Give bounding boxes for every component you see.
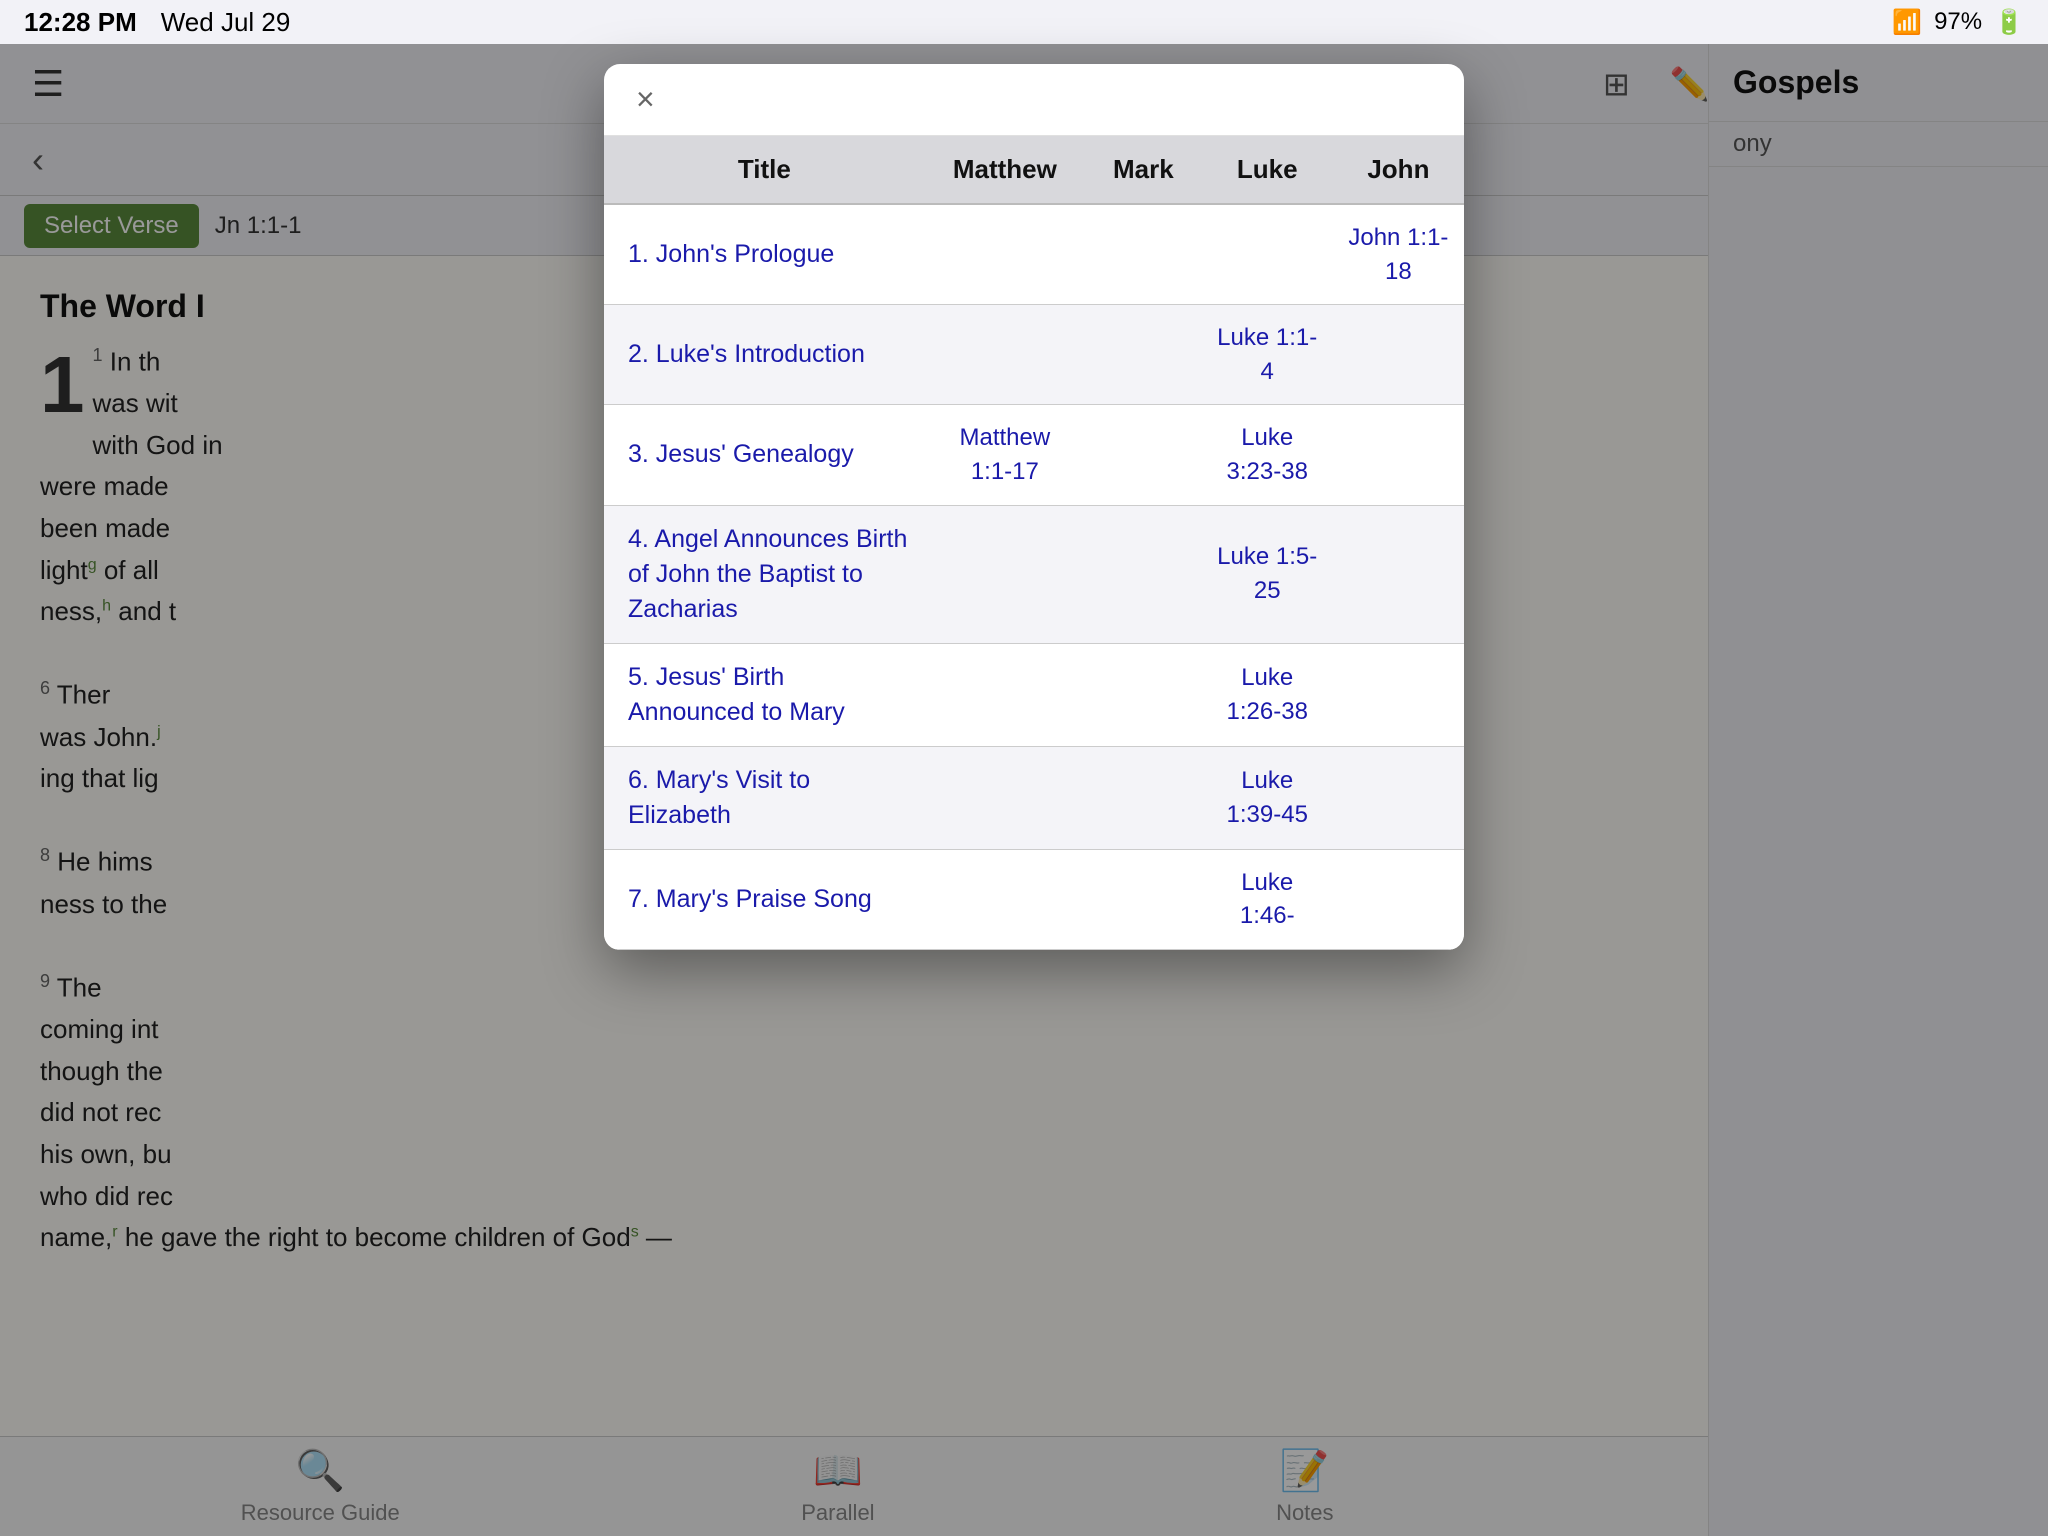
battery-level: 97%: [1934, 8, 1982, 36]
row4-mark: [1085, 558, 1202, 590]
row7-john: [1333, 883, 1464, 915]
status-bar: 12:28 PM Wed Jul 29 📶 97% 🔋: [0, 0, 2048, 44]
row3-mark: [1085, 439, 1202, 471]
status-right: 📶 97% 🔋: [1892, 8, 2024, 37]
table-row[interactable]: 6. Mary's Visit to Elizabeth Luke 1:39-4…: [604, 747, 1464, 850]
row1-matthew: [925, 239, 1085, 271]
row6-luke: Luke 1:39-45: [1202, 748, 1333, 847]
row7-title: 7. Mary's Praise Song: [604, 866, 925, 933]
row5-mark: [1085, 679, 1202, 711]
table-row[interactable]: 1. John's Prologue John 1:1-18: [604, 205, 1464, 305]
col-header-title: Title: [604, 154, 925, 185]
row6-mark: [1085, 782, 1202, 814]
row4-luke: Luke 1:5-25: [1202, 524, 1333, 623]
row2-john: [1333, 339, 1464, 371]
row5-john: [1333, 679, 1464, 711]
wifi-icon: 📶: [1892, 8, 1922, 37]
col-header-luke: Luke: [1202, 154, 1333, 185]
row6-title: 6. Mary's Visit to Elizabeth: [604, 747, 925, 849]
table-row[interactable]: 4. Angel Announces Birth of John the Bap…: [604, 506, 1464, 644]
row1-luke: [1202, 239, 1333, 271]
row7-mark: [1085, 883, 1202, 915]
col-header-john: John: [1333, 154, 1464, 185]
modal-close-button[interactable]: ×: [636, 81, 655, 118]
table-row[interactable]: 3. Jesus' Genealogy Matthew 1:1-17 Luke …: [604, 405, 1464, 505]
status-date: Wed Jul 29: [161, 7, 291, 38]
table-header-row: Title Matthew Mark Luke John: [604, 136, 1464, 205]
table-row[interactable]: 5. Jesus' Birth Announced to Mary Luke 1…: [604, 644, 1464, 747]
row2-title: 2. Luke's Introduction: [604, 321, 925, 388]
row5-matthew: [925, 679, 1085, 711]
modal-header: ×: [604, 64, 1464, 136]
modal-panel: × Title Matthew Mark Luke John 1. John's…: [604, 64, 1464, 950]
row1-mark: [1085, 239, 1202, 271]
col-header-mark: Mark: [1085, 154, 1202, 185]
table-row[interactable]: 2. Luke's Introduction Luke 1:1-4: [604, 305, 1464, 405]
row6-john: [1333, 782, 1464, 814]
status-time: 12:28 PM: [24, 7, 137, 38]
table-row[interactable]: 7. Mary's Praise Song Luke 1:46-: [604, 850, 1464, 950]
row4-matthew: [925, 558, 1085, 590]
row7-luke: Luke 1:46-: [1202, 850, 1333, 949]
row1-john: John 1:1-18: [1333, 205, 1464, 304]
battery-icon: 🔋: [1994, 8, 2024, 37]
row2-matthew: [925, 339, 1085, 371]
row6-matthew: [925, 782, 1085, 814]
row5-luke: Luke 1:26-38: [1202, 645, 1333, 744]
modal-overlay: × Title Matthew Mark Luke John 1. John's…: [0, 44, 2048, 1536]
row4-john: [1333, 558, 1464, 590]
row3-john: [1333, 439, 1464, 471]
harmony-table[interactable]: Title Matthew Mark Luke John 1. John's P…: [604, 136, 1464, 950]
row3-matthew: Matthew 1:1-17: [925, 405, 1085, 504]
row5-title: 5. Jesus' Birth Announced to Mary: [604, 644, 925, 746]
col-header-matthew: Matthew: [925, 154, 1085, 185]
row2-mark: [1085, 339, 1202, 371]
row4-title: 4. Angel Announces Birth of John the Bap…: [604, 506, 925, 643]
row2-luke: Luke 1:1-4: [1202, 305, 1333, 404]
row3-title: 3. Jesus' Genealogy: [604, 421, 925, 488]
row3-luke: Luke 3:23-38: [1202, 405, 1333, 504]
row1-title: 1. John's Prologue: [604, 221, 925, 288]
row7-matthew: [925, 883, 1085, 915]
